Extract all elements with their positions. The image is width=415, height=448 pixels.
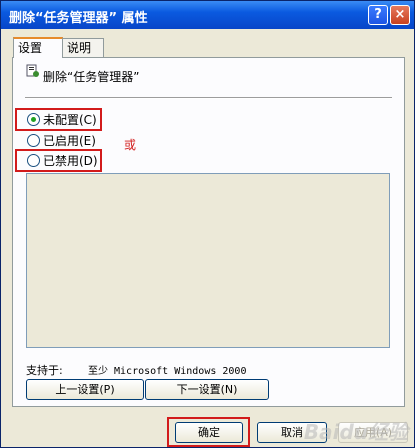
highlight-disabled — [15, 149, 102, 172]
or-annotation: 或 — [124, 138, 137, 152]
radio-empty-icon — [27, 134, 40, 147]
tab-settings[interactable]: 设置 — [13, 37, 63, 58]
highlight-not-configured — [15, 108, 102, 131]
supported-on-label: 支持于: — [26, 364, 63, 377]
previous-setting-button[interactable]: 上一设置(P) — [26, 379, 144, 400]
policy-setting-icon — [26, 64, 39, 77]
properties-dialog: 删除“任务管理器” 属性 ? × 设置 说明 删除“任务管理器” 未配置(C) … — [0, 0, 415, 448]
close-button[interactable]: × — [390, 5, 410, 25]
title-bar[interactable]: 删除“任务管理器” 属性 ? × — [1, 1, 414, 29]
help-button[interactable]: ? — [368, 5, 388, 25]
window-title: 删除“任务管理器” 属性 — [9, 11, 148, 26]
separator — [25, 97, 392, 99]
radio-label: 已启用(E) — [43, 134, 96, 148]
next-setting-button[interactable]: 下一设置(N) — [145, 379, 269, 400]
ok-button[interactable]: 确定 — [175, 422, 243, 443]
policy-name: 删除“任务管理器” — [43, 70, 140, 84]
radio-enabled[interactable]: 已启用(E) — [27, 133, 96, 149]
description-area — [26, 173, 390, 348]
tab-explain[interactable]: 说明 — [62, 38, 104, 57]
supported-on-value: 至少 Microsoft Windows 2000 — [88, 366, 247, 377]
watermark: Baidu经验 — [303, 420, 408, 444]
